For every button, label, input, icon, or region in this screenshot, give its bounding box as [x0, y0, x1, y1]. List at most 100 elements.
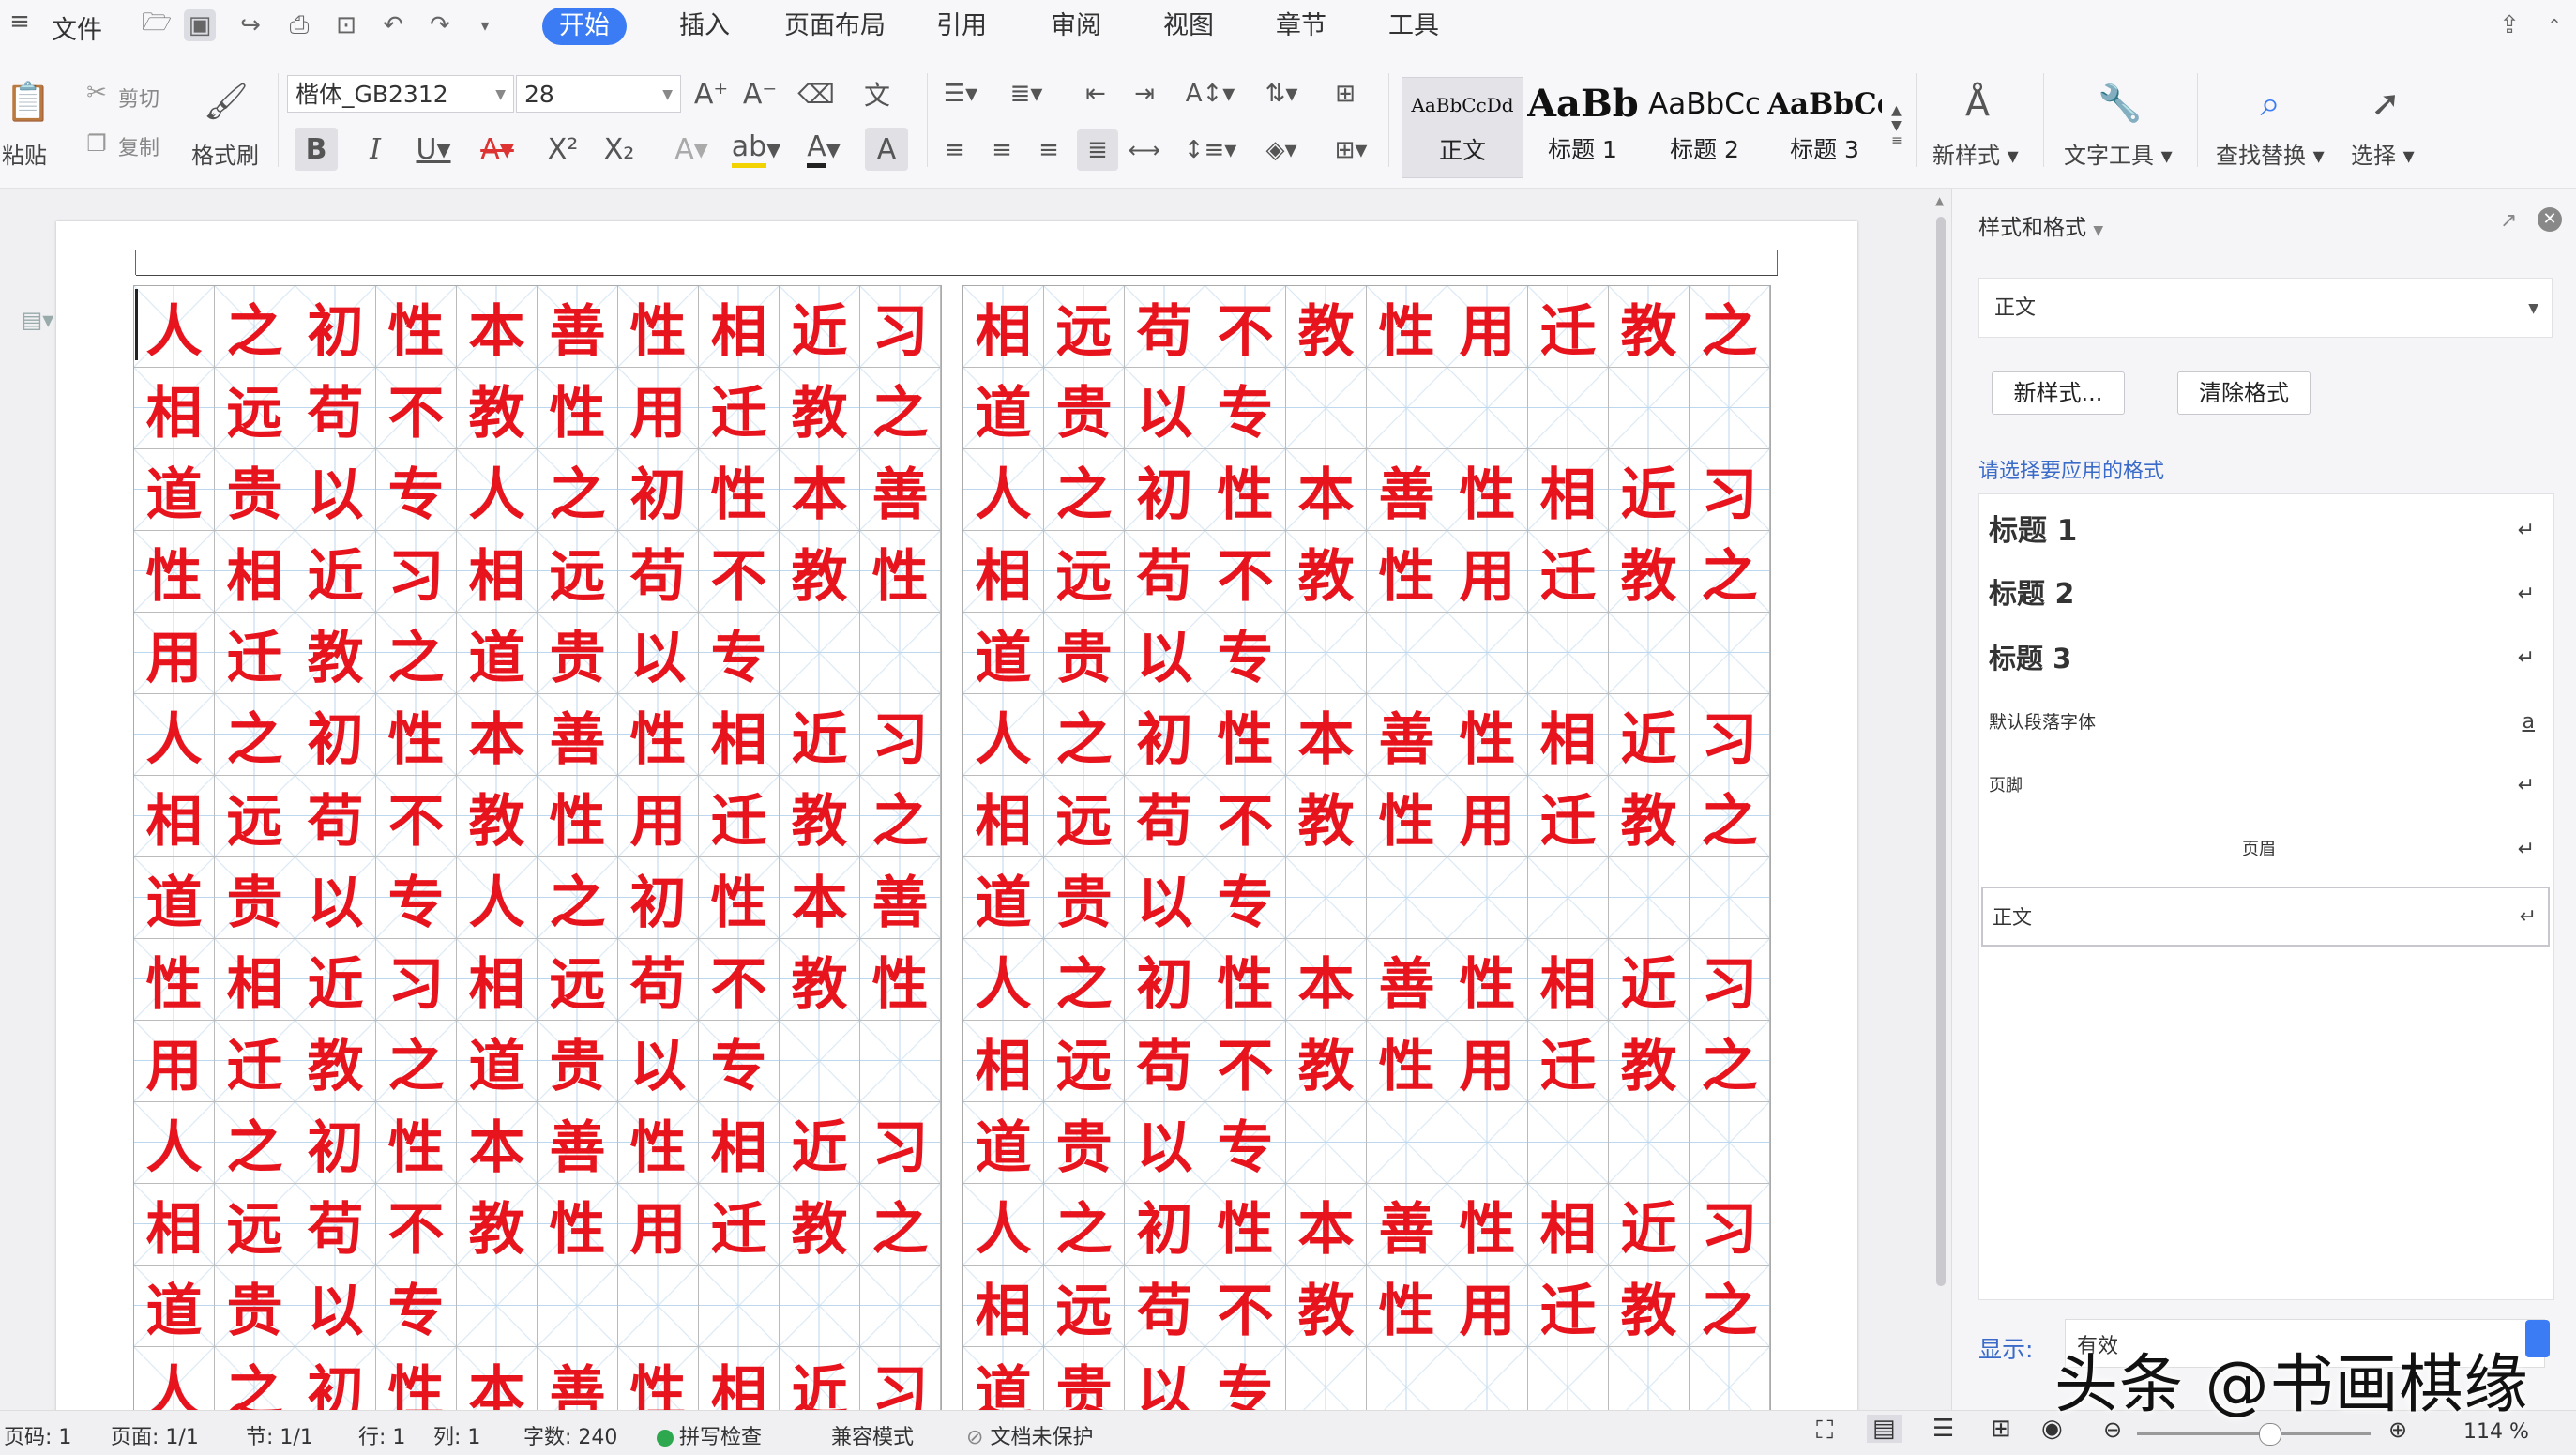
grid-cell[interactable]: 贵: [1044, 1347, 1125, 1410]
style-item-header[interactable]: 页眉 ↵: [1989, 821, 2542, 879]
grid-cell[interactable]: 人: [134, 286, 215, 368]
tab-home[interactable]: 开始: [542, 8, 627, 45]
grid-cell[interactable]: 苟: [295, 368, 376, 449]
tab-chapter[interactable]: 章节: [1259, 8, 1343, 45]
grid-cell[interactable]: 不: [376, 368, 457, 449]
grid-cell[interactable]: [1528, 1102, 1609, 1184]
grid-cell[interactable]: 习: [860, 694, 941, 776]
grid-cell[interactable]: 不: [376, 776, 457, 857]
grid-cell[interactable]: 人: [134, 694, 215, 776]
grid-cell[interactable]: 初: [1125, 449, 1205, 531]
grid-cell[interactable]: 性: [538, 368, 618, 449]
style-item-heading-2[interactable]: 标题 2 ↵: [1989, 566, 2542, 624]
grid-cell[interactable]: 近: [1609, 449, 1690, 531]
grid-cell[interactable]: 不: [1205, 776, 1286, 857]
grid-cell[interactable]: [860, 613, 941, 694]
style-item-default-paragraph-font[interactable]: 默认段落字体 a: [1989, 693, 2542, 751]
grid-cell[interactable]: 本: [780, 857, 860, 939]
grid-cell[interactable]: 教: [1286, 1021, 1367, 1102]
grid-cell[interactable]: 近: [1609, 1184, 1690, 1266]
grid-cell[interactable]: 相: [215, 939, 295, 1021]
strikethrough-icon[interactable]: A▾: [473, 128, 522, 171]
chevron-down-icon[interactable]: ▼: [2093, 223, 2103, 238]
grid-cell[interactable]: 贵: [1044, 368, 1125, 449]
grid-cell[interactable]: 以: [618, 1021, 699, 1102]
grid-cell[interactable]: 善: [860, 449, 941, 531]
grid-cell[interactable]: 教: [1286, 286, 1367, 368]
style-item-heading-3[interactable]: 标题 3 ↵: [1989, 629, 2542, 688]
grid-cell[interactable]: [1286, 857, 1367, 939]
grid-cell[interactable]: 不: [1205, 531, 1286, 613]
grid-cell[interactable]: [1447, 613, 1528, 694]
decrease-indent-icon[interactable]: ⇤: [1077, 75, 1114, 113]
grid-cell[interactable]: 教: [1609, 776, 1690, 857]
grid-cell[interactable]: 之: [538, 857, 618, 939]
clear-format-eraser-icon[interactable]: ⌫: [797, 75, 835, 113]
grid-cell[interactable]: 苟: [1125, 1266, 1205, 1347]
grid-cell[interactable]: 人: [963, 449, 1044, 531]
grid-cell[interactable]: 相: [963, 1021, 1044, 1102]
style-heading-2[interactable]: AaBbCc 标题 2: [1647, 77, 1762, 176]
grid-cell[interactable]: 本: [457, 286, 538, 368]
grid-cell[interactable]: 教: [457, 776, 538, 857]
grid-cell[interactable]: 道: [963, 857, 1044, 939]
grid-cell[interactable]: 性: [1205, 1184, 1286, 1266]
grid-cell[interactable]: 迁: [1528, 286, 1609, 368]
grid-cell[interactable]: [457, 1266, 538, 1347]
grid-cell[interactable]: [1367, 1347, 1447, 1410]
grid-cell[interactable]: 性: [538, 1184, 618, 1266]
grid-cell[interactable]: 习: [1690, 694, 1770, 776]
italic-icon[interactable]: I: [356, 128, 394, 171]
grid-cell[interactable]: 习: [1690, 939, 1770, 1021]
grid-cell[interactable]: 道: [134, 449, 215, 531]
grid-cell[interactable]: 迁: [699, 1184, 780, 1266]
find-replace-button[interactable]: 查找替换 ▾: [2216, 137, 2325, 170]
grid-cell[interactable]: 人: [963, 939, 1044, 1021]
grid-cell[interactable]: 之: [1044, 694, 1125, 776]
grid-cell[interactable]: 用: [1447, 1266, 1528, 1347]
grid-cell[interactable]: 贵: [538, 613, 618, 694]
paste-icon[interactable]: 📋: [5, 77, 52, 126]
grid-cell[interactable]: [1286, 368, 1367, 449]
grid-cell[interactable]: 善: [538, 286, 618, 368]
scrollbar-thumb[interactable]: [1936, 217, 1946, 1286]
sort-icon[interactable]: ⇅▾: [1257, 75, 1306, 113]
new-style-button[interactable]: 新样式 ▾: [1932, 137, 2019, 170]
grid-cell[interactable]: 专: [1205, 368, 1286, 449]
format-painter-button[interactable]: 格式刷: [191, 137, 259, 170]
grid-cell[interactable]: 教: [1609, 531, 1690, 613]
grid-cell[interactable]: 本: [1286, 939, 1367, 1021]
character-shading-icon[interactable]: A: [865, 128, 908, 171]
grid-cell[interactable]: 善: [860, 857, 941, 939]
grid-cell[interactable]: 性: [1447, 449, 1528, 531]
grid-cell[interactable]: 迁: [1528, 1021, 1609, 1102]
shrink-font-icon[interactable]: A⁻: [741, 75, 779, 113]
grid-cell[interactable]: 近: [295, 531, 376, 613]
grid-cell[interactable]: 习: [1690, 449, 1770, 531]
grid-cell[interactable]: [699, 1266, 780, 1347]
grid-cell[interactable]: [860, 1266, 941, 1347]
grid-cell[interactable]: 性: [1447, 694, 1528, 776]
tab-tools[interactable]: 工具: [1371, 8, 1456, 45]
grid-cell[interactable]: 专: [699, 613, 780, 694]
borders-icon[interactable]: ⊞▾: [1326, 129, 1375, 171]
grid-cell[interactable]: 以: [1125, 857, 1205, 939]
grid-cell[interactable]: 苟: [1125, 286, 1205, 368]
grid-cell[interactable]: 相: [134, 368, 215, 449]
grid-cell[interactable]: 道: [134, 1266, 215, 1347]
grid-cell[interactable]: 相: [699, 286, 780, 368]
print-icon[interactable]: ⎙: [283, 9, 315, 41]
grid-cell[interactable]: 初: [295, 1347, 376, 1410]
grid-cell[interactable]: 远: [538, 939, 618, 1021]
clear-format-button[interactable]: 清除格式: [2177, 371, 2311, 415]
grid-cell[interactable]: 以: [1125, 1102, 1205, 1184]
grid-cell[interactable]: 相: [1528, 694, 1609, 776]
status-word-count[interactable]: 字数: 240: [523, 1420, 617, 1450]
grid-cell[interactable]: 用: [618, 776, 699, 857]
grid-cell[interactable]: 相: [963, 776, 1044, 857]
grid-cell[interactable]: 用: [1447, 1021, 1528, 1102]
grid-cell[interactable]: 用: [618, 368, 699, 449]
grid-cell[interactable]: 专: [1205, 1347, 1286, 1410]
grid-cell[interactable]: [1528, 1347, 1609, 1410]
grid-cell[interactable]: 近: [780, 694, 860, 776]
